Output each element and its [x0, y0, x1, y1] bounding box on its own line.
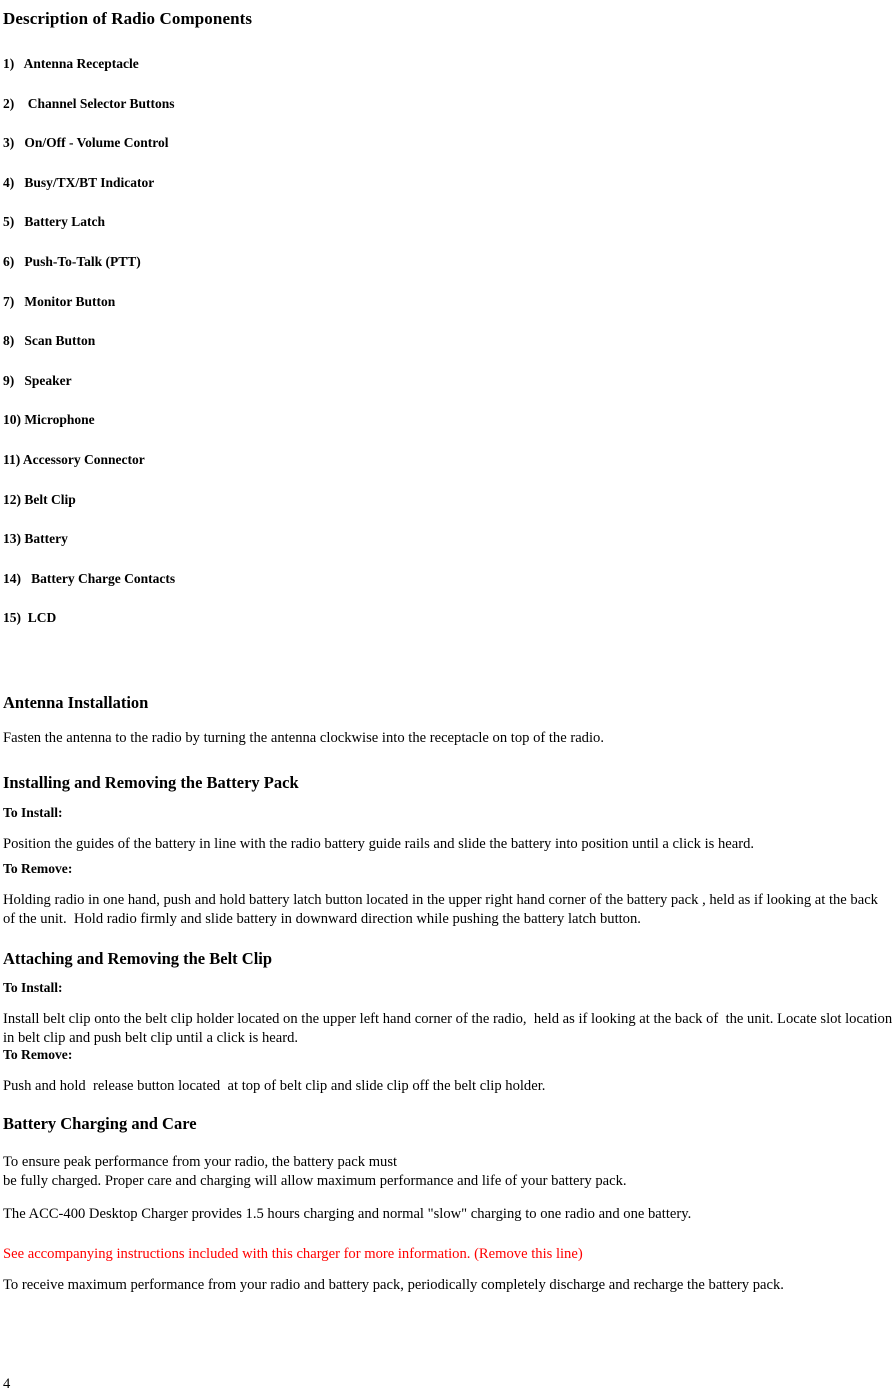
battery-charging-red-note: See accompanying instructions included w… — [3, 1245, 583, 1262]
list-item-indent — [14, 333, 24, 348]
list-item-indent — [21, 610, 28, 625]
list-item: 10) Microphone — [3, 412, 503, 452]
list-item: 14) Battery Charge Contacts — [3, 571, 503, 611]
list-item-label: Battery Charge Contacts — [31, 570, 176, 586]
list-item-label: Accessory Connector — [22, 451, 145, 467]
list-item-number: 2) — [3, 95, 15, 111]
list-item-number: 7) — [3, 293, 15, 309]
list-item-number: 13) — [3, 531, 21, 547]
belt-clip-remove-body: Push and hold release button located at … — [3, 1077, 546, 1094]
list-item: 4) Busy/TX/BT Indicator — [3, 175, 503, 215]
list-item: 6) Push-To-Talk (PTT) — [3, 254, 503, 294]
belt-clip-install-label: To Install: — [3, 980, 63, 995]
radio-components-list: 1) Antenna Receptacle 2) Channel Selecto… — [3, 56, 503, 650]
list-item: 13) Battery — [3, 531, 503, 571]
list-item-number: 15) — [3, 610, 21, 626]
list-item-indent — [21, 571, 31, 586]
list-item: 8) Scan Button — [3, 333, 503, 373]
list-item-label: Scan Button — [24, 333, 96, 349]
list-item-number: 10) — [3, 412, 21, 428]
battery-pack-install-body: Position the guides of the battery in li… — [3, 835, 755, 852]
list-item-number: 6) — [3, 253, 15, 269]
list-item-label: On/Off - Volume Control — [24, 135, 169, 151]
belt-clip-remove-label: To Remove: — [3, 1047, 73, 1062]
list-item: 9) Speaker — [3, 373, 503, 413]
list-item-indent — [14, 56, 23, 71]
list-item-indent — [14, 373, 24, 388]
antenna-installation-body: Fasten the antenna to the radio by turni… — [3, 729, 604, 746]
list-item-number: 1) — [3, 56, 15, 71]
list-item: 7) Monitor Button — [3, 294, 503, 334]
list-item-label: Antenna Receptacle — [23, 56, 139, 71]
list-item-number: 12) — [3, 491, 21, 507]
section-heading-battery-pack: Installing and Removing the Battery Pack — [3, 772, 299, 792]
battery-pack-install-label: To Install: — [3, 805, 63, 820]
list-item-number: 9) — [3, 372, 15, 388]
list-item: 15) LCD — [3, 610, 503, 650]
list-item-label: Monitor Button — [24, 293, 116, 309]
list-item-label: Push-To-Talk (PTT) — [24, 253, 141, 269]
list-item-number: 14) — [3, 570, 21, 586]
list-item-number: 4) — [3, 174, 15, 190]
page-title: Description of Radio Components — [3, 9, 253, 29]
list-item: 1) Antenna Receptacle — [3, 56, 503, 96]
section-heading-antenna-installation: Antenna Installation — [3, 692, 149, 712]
list-item-label: Channel Selector Buttons — [27, 95, 175, 111]
list-item-number: 11) — [3, 451, 21, 467]
list-item: 5) Battery Latch — [3, 214, 503, 254]
list-item-indent — [14, 294, 24, 309]
list-item: 2) Channel Selector Buttons — [3, 96, 503, 136]
battery-charging-paragraph-1: To ensure peak performance from your rad… — [3, 1153, 627, 1190]
battery-pack-remove-body: Holding radio in one hand, push and hold… — [3, 891, 882, 928]
list-item: 11) Accessory Connector — [3, 452, 503, 492]
section-heading-battery-charging: Battery Charging and Care — [3, 1113, 197, 1133]
list-item-indent — [14, 175, 24, 190]
list-item-indent — [14, 135, 24, 150]
list-item-label: Belt Clip — [24, 491, 76, 507]
list-item-label: LCD — [27, 610, 57, 626]
list-item-indent — [14, 96, 28, 111]
list-item: 3) On/Off - Volume Control — [3, 135, 503, 175]
list-item-number: 3) — [3, 135, 15, 151]
belt-clip-install-body: Install belt clip onto the belt clip hol… — [3, 1010, 893, 1047]
battery-pack-remove-label: To Remove: — [3, 861, 73, 876]
list-item-label: Speaker — [24, 372, 72, 388]
section-heading-belt-clip: Attaching and Removing the Belt Clip — [3, 948, 273, 968]
document-page: Description of Radio Components 1) Anten… — [0, 0, 895, 1400]
list-item-label: Battery Latch — [24, 214, 105, 230]
page-number: 4 — [3, 1376, 11, 1392]
list-item-number: 5) — [3, 214, 15, 230]
battery-charging-paragraph-2: The ACC-400 Desktop Charger provides 1.5… — [3, 1205, 692, 1222]
battery-charging-paragraph-4: To receive maximum performance from your… — [3, 1276, 784, 1293]
list-item-label: Busy/TX/BT Indicator — [24, 174, 155, 190]
list-item: 12) Belt Clip — [3, 492, 503, 532]
list-item-indent — [14, 214, 24, 229]
list-item-number: 8) — [3, 333, 15, 349]
list-item-label: Battery — [24, 531, 68, 547]
list-item-indent — [14, 254, 24, 269]
list-item-label: Microphone — [24, 412, 95, 428]
